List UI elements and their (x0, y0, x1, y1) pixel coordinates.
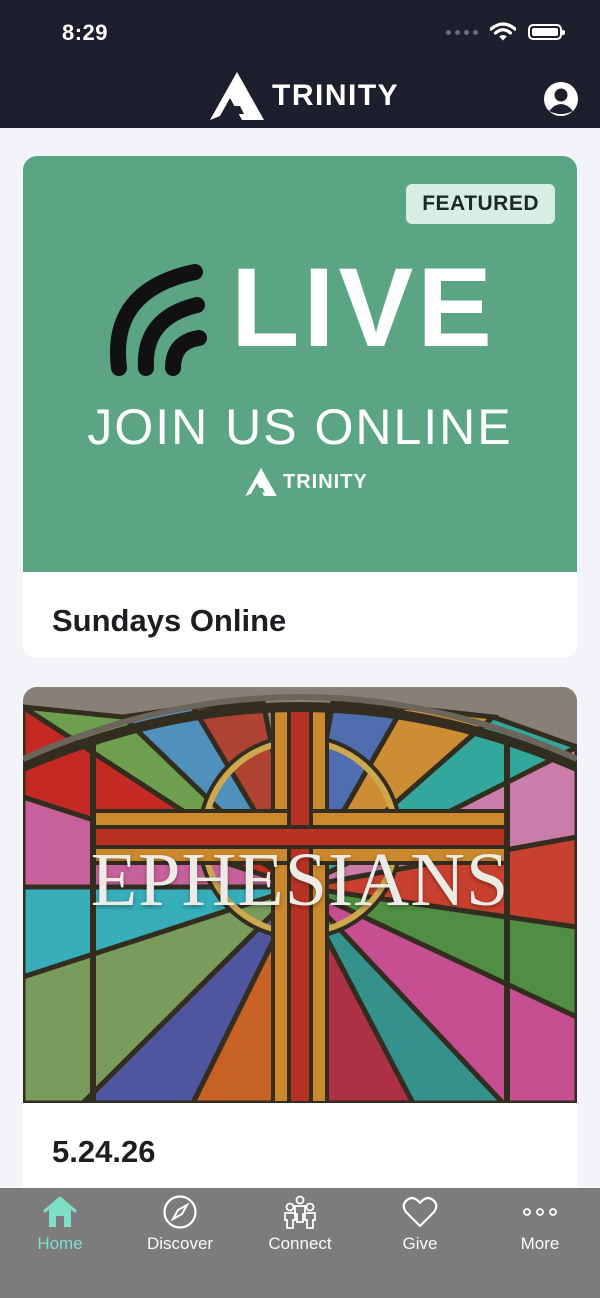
live-headline: LIVE (231, 245, 496, 370)
trinity-logo-icon (245, 468, 277, 496)
app-header: 8:29 TRINITY (0, 0, 600, 128)
user-icon (545, 83, 577, 115)
tab-label: Home (37, 1234, 83, 1253)
tab-connect[interactable]: Connect (240, 1188, 360, 1268)
profile-button[interactable] (544, 82, 578, 116)
battery-icon (528, 24, 565, 40)
card-title: Sundays Online (52, 603, 287, 638)
join-us-online-text: JOIN US ONLINE (87, 399, 513, 455)
ephesians-title: EPHESIANS (90, 838, 510, 922)
live-banner-image: FEATURED LIVE JOIN US ONLINE TRINITY (23, 156, 577, 572)
tab-bar: Home Discover Connect Give More (0, 1188, 600, 1298)
heart-icon (402, 1196, 438, 1228)
stained-glass-image: EPHESIANS (23, 687, 577, 1103)
small-brand-name: TRINITY (283, 470, 368, 493)
tab-label: Connect (268, 1234, 332, 1253)
small-brand-logo: TRINITY (245, 468, 368, 496)
tab-home[interactable]: Home (0, 1188, 120, 1268)
tab-more[interactable]: More (480, 1188, 600, 1268)
people-icon (284, 1195, 316, 1229)
featured-card[interactable]: FEATURED LIVE JOIN US ONLINE TRINITY Sun… (23, 156, 577, 658)
trinity-logo-icon (210, 72, 264, 120)
home-icon (43, 1196, 77, 1227)
tab-label: More (520, 1234, 560, 1253)
status-time: 8:29 (62, 20, 109, 45)
status-icons (446, 22, 565, 42)
tab-give[interactable]: Give (360, 1188, 480, 1268)
cellular-signal-icon (446, 29, 478, 35)
compass-icon (163, 1195, 197, 1229)
tab-label: Give (402, 1234, 438, 1253)
broadcast-icon (110, 264, 207, 376)
tab-discover[interactable]: Discover (120, 1188, 240, 1268)
tab-label: Discover (146, 1234, 214, 1253)
brand-name: TRINITY (272, 79, 400, 112)
card-title: 5.24.26 (52, 1134, 156, 1169)
more-icon (523, 1208, 557, 1216)
wifi-icon (490, 22, 516, 41)
featured-badge: FEATURED (406, 184, 555, 224)
sermon-card[interactable]: EPHESIANS 5.24.26 (23, 687, 577, 1247)
brand-logo: TRINITY (210, 72, 399, 120)
